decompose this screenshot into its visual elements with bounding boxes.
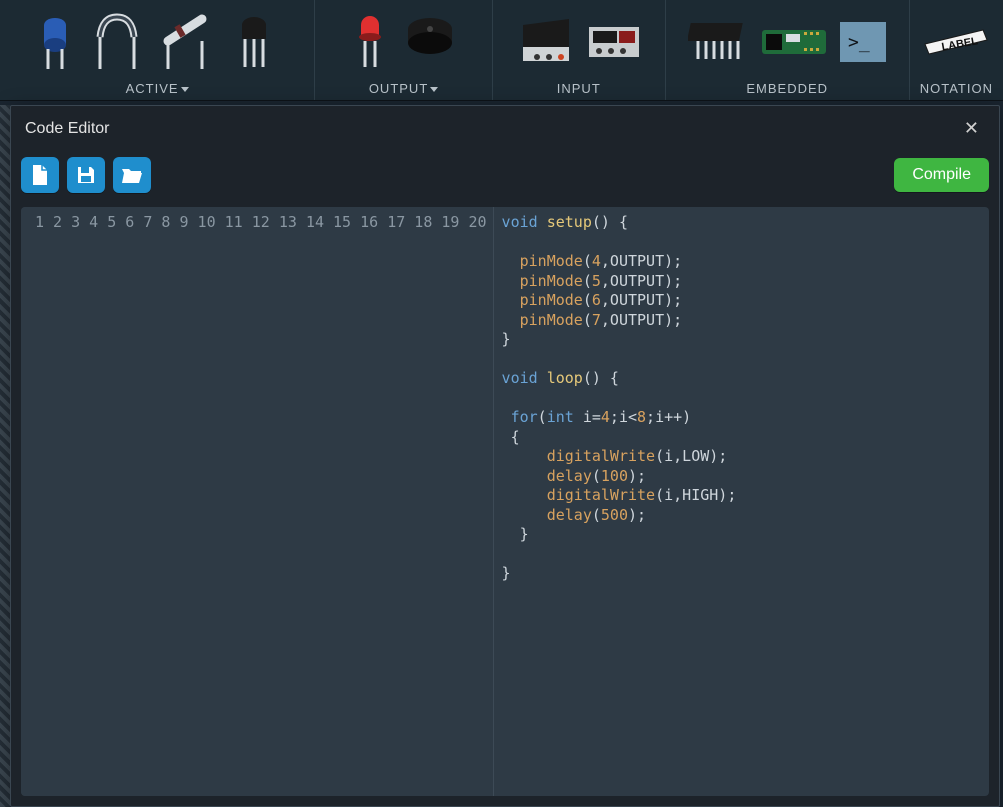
editor-titlebar: Code Editor ✕ bbox=[11, 106, 999, 151]
ribbon-label-embedded[interactable]: EMBEDDED bbox=[746, 81, 828, 96]
buzzer-icon[interactable] bbox=[402, 11, 458, 73]
transistor-icon[interactable] bbox=[226, 11, 282, 73]
editor-toolbar: Compile bbox=[11, 151, 999, 203]
code-editor-panel: Code Editor ✕ Compile 1 2 3 4 5 6 7 8 9 … bbox=[10, 105, 1000, 807]
chip-icon[interactable] bbox=[688, 17, 748, 67]
board-icon[interactable] bbox=[760, 22, 828, 62]
svg-text:LABEL: LABEL bbox=[941, 35, 979, 53]
chevron-down-icon bbox=[430, 87, 438, 92]
code-text[interactable]: void setup() { pinMode(4,OUTPUT); pinMod… bbox=[494, 207, 989, 796]
code-area[interactable]: 1 2 3 4 5 6 7 8 9 10 11 12 13 14 15 16 1… bbox=[21, 207, 989, 796]
terminal-tile-icon[interactable]: >_ bbox=[840, 22, 886, 62]
ribbon-group-embedded: >_ EMBEDDED bbox=[666, 0, 910, 100]
svg-text:>_: >_ bbox=[848, 32, 870, 53]
background-strip bbox=[0, 105, 10, 807]
capacitor-icon[interactable] bbox=[32, 11, 78, 73]
new-file-button[interactable] bbox=[21, 157, 59, 193]
ribbon-group-notation: LABEL NOTATION bbox=[910, 0, 1003, 100]
close-icon[interactable]: ✕ bbox=[958, 116, 985, 141]
save-button[interactable] bbox=[67, 157, 105, 193]
compile-button[interactable]: Compile bbox=[894, 158, 989, 192]
ribbon-group-active: ACTIVE bbox=[0, 0, 315, 100]
resistor-icon[interactable] bbox=[90, 11, 146, 73]
component-ribbon: ACTIVE OUTPUT INPUT bbox=[0, 0, 1003, 101]
open-button[interactable] bbox=[113, 157, 151, 193]
label-icon[interactable]: LABEL bbox=[921, 24, 991, 60]
ribbon-label-input[interactable]: INPUT bbox=[557, 81, 601, 96]
ribbon-label-active[interactable]: ACTIVE bbox=[126, 81, 189, 96]
diode-icon[interactable] bbox=[158, 11, 214, 73]
ribbon-group-input: INPUT bbox=[493, 0, 666, 100]
ribbon-group-output: OUTPUT bbox=[315, 0, 493, 100]
line-gutter: 1 2 3 4 5 6 7 8 9 10 11 12 13 14 15 16 1… bbox=[21, 207, 494, 796]
instrument2-icon[interactable] bbox=[587, 17, 641, 67]
chevron-down-icon bbox=[181, 87, 189, 92]
led-icon[interactable] bbox=[350, 11, 390, 73]
ribbon-label-output[interactable]: OUTPUT bbox=[369, 81, 438, 96]
ribbon-label-notation[interactable]: NOTATION bbox=[920, 81, 993, 96]
instrument1-icon[interactable] bbox=[517, 17, 575, 67]
editor-title: Code Editor bbox=[25, 120, 110, 138]
